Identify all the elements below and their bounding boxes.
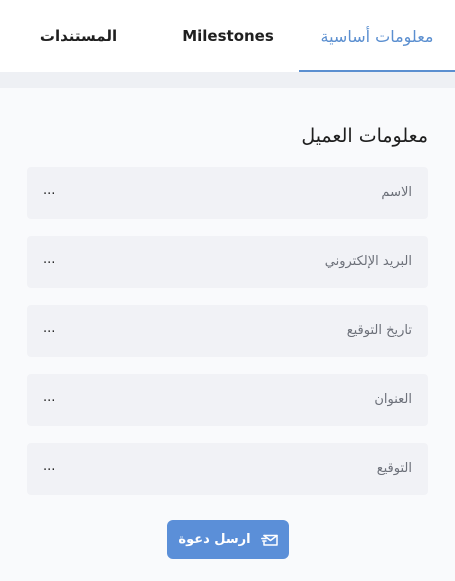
field-email-value: ...	[43, 252, 56, 267]
field-signature-label: التوقيع	[376, 461, 412, 476]
field-email[interactable]: البريد الإلكتروني ...	[27, 236, 428, 288]
field-address[interactable]: العنوان ...	[27, 374, 428, 426]
field-name-value: ...	[43, 183, 56, 198]
field-name-label: الاسم	[381, 185, 412, 200]
field-signature-value: ...	[43, 459, 56, 474]
send-invite-label: ارسل دعوة	[178, 532, 251, 547]
field-email-label: البريد الإلكتروني	[324, 254, 412, 269]
tab-basic-info[interactable]: معلومات أساسية	[299, 0, 455, 72]
tab-bar: معلومات أساسية Milestones المستندات	[0, 0, 455, 72]
client-info-panel: معلومات العميل الاسم ... البريد الإلكترو…	[0, 88, 455, 581]
field-signature[interactable]: التوقيع ...	[27, 443, 428, 495]
send-invite-button[interactable]: ارسل دعوة	[167, 520, 289, 559]
field-name[interactable]: الاسم ...	[27, 167, 428, 219]
field-address-value: ...	[43, 390, 56, 405]
tab-milestones[interactable]: Milestones	[157, 0, 299, 72]
field-signing-date-value: ...	[43, 321, 56, 336]
section-title: معلومات العميل	[301, 125, 428, 147]
mail-send-icon	[260, 532, 278, 547]
tab-documents[interactable]: المستندات	[0, 0, 157, 72]
field-address-label: العنوان	[374, 392, 412, 407]
field-signing-date[interactable]: تاريخ التوقيع ...	[27, 305, 428, 357]
field-signing-date-label: تاريخ التوقيع	[346, 323, 412, 338]
tab-divider	[0, 72, 455, 88]
